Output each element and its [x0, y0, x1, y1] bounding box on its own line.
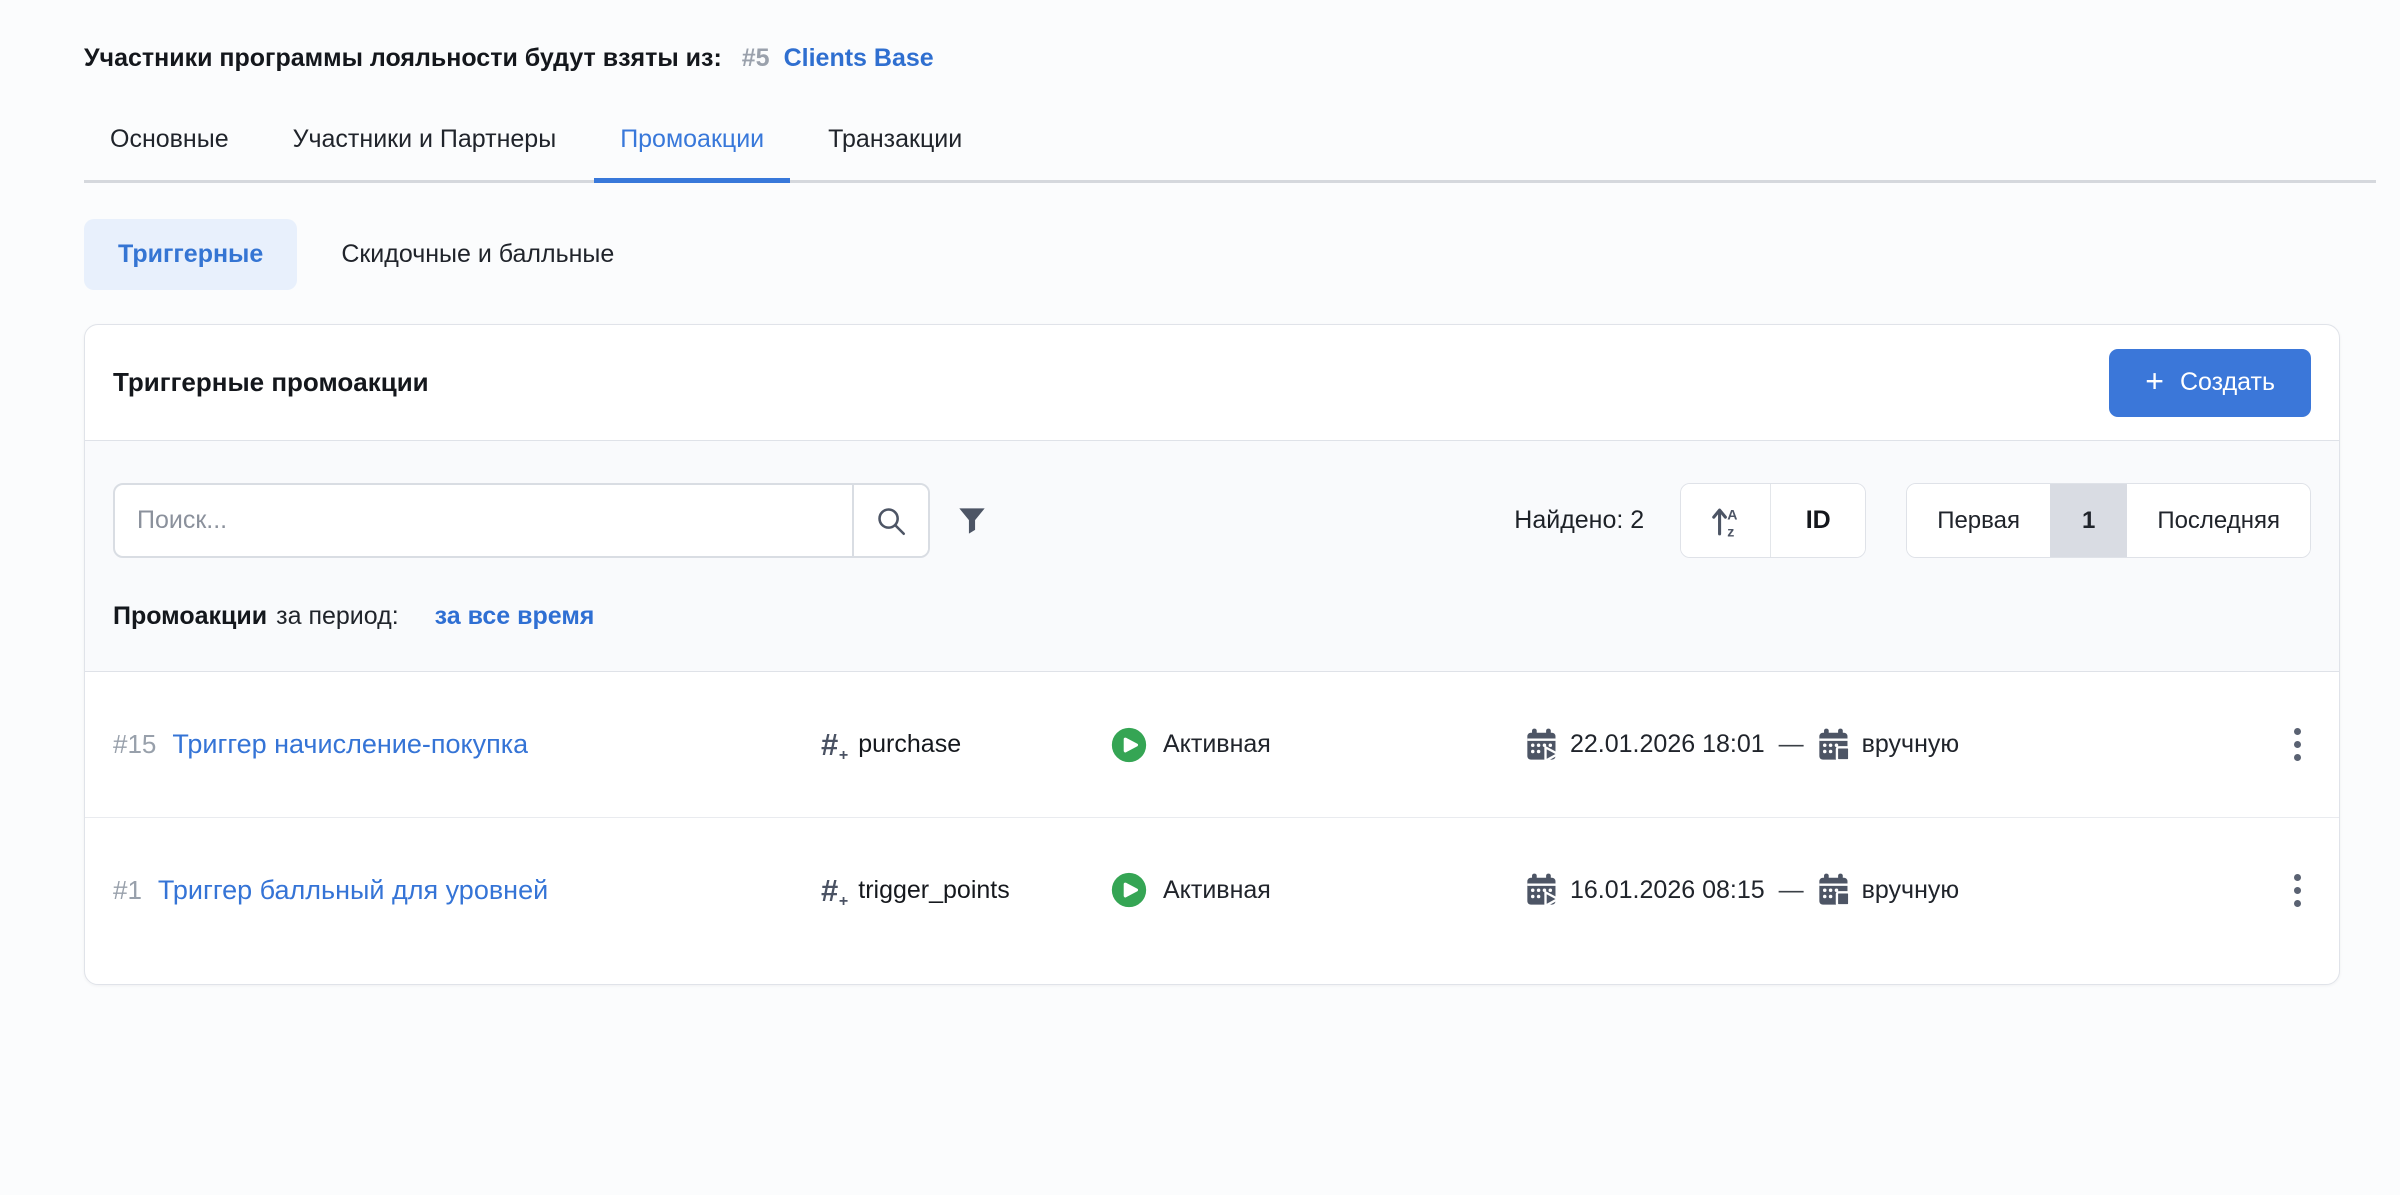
main-tabs: Основные Участники и Партнеры Промоакции…	[84, 125, 2376, 183]
toolbar-section: Найдено: 2 A z ID Первая 1	[85, 440, 2339, 672]
filter-button[interactable]	[956, 505, 988, 537]
card-header: Триггерные промоакции + Создать	[85, 325, 2339, 440]
found-count: Найдено: 2	[1514, 506, 1644, 535]
promo-name-link[interactable]: Триггер начисление-покупка	[172, 729, 528, 760]
promo-row: #15 Триггер начисление-покупка #+ purcha…	[85, 672, 2339, 817]
trigger-promos-card: Триггерные промоакции + Создать	[84, 324, 2340, 985]
sort-group: A z ID	[1680, 483, 1866, 558]
calendar-start-icon	[1526, 873, 1558, 907]
tab-uchastniki-i-partnery[interactable]: Участники и Партнеры	[267, 125, 583, 180]
promo-dates-cell: 22.01.2026 18:01 — вручную	[1526, 728, 2269, 762]
promo-name-cell: #1 Триггер балльный для уровней	[113, 875, 821, 906]
row-menu-button[interactable]	[2286, 866, 2309, 915]
promo-status-cell: Активная	[1111, 727, 1526, 763]
hash-icon: #+	[821, 729, 838, 760]
status-active-icon	[1111, 872, 1147, 908]
promo-code-cell: #+ purchase	[821, 729, 1111, 760]
subtab-triggernye[interactable]: Триггерные	[84, 219, 297, 290]
calendar-end-icon	[1818, 873, 1850, 907]
promo-dates-cell: 16.01.2026 08:15 — вручную	[1526, 873, 2269, 907]
toolbar-row: Найдено: 2 A z ID Первая 1	[113, 483, 2311, 558]
promo-end-mode: вручную	[1862, 730, 1960, 759]
promo-code: purchase	[858, 730, 961, 759]
source-note: Участники программы лояльности будут взя…	[0, 0, 2400, 73]
calendar-end-icon	[1818, 728, 1850, 762]
promo-name-cell: #15 Триггер начисление-покупка	[113, 729, 821, 760]
promo-id: #15	[113, 729, 156, 760]
loyalty-program-page: Участники программы лояльности будут взя…	[0, 0, 2400, 1195]
tab-osnovnye[interactable]: Основные	[84, 125, 255, 180]
pagination: Первая 1 Последняя	[1906, 483, 2311, 558]
filter-icon	[956, 505, 988, 537]
promo-start-date: 16.01.2026 08:15	[1570, 876, 1765, 905]
status-active-icon	[1111, 727, 1147, 763]
sort-az-icon: A z	[1708, 503, 1744, 539]
calendar-start-icon	[1526, 728, 1558, 762]
promo-subtabs: Триггерные Скидочные и балльные	[84, 219, 2336, 290]
source-note-label: Участники программы лояльности будут взя…	[84, 44, 722, 73]
hash-icon: #+	[821, 875, 838, 906]
plus-icon: +	[2145, 365, 2164, 397]
sort-direction-button[interactable]: A z	[1681, 484, 1771, 557]
promo-row: #1 Триггер балльный для уровней #+ trigg…	[85, 817, 2339, 962]
promo-status-cell: Активная	[1111, 872, 1526, 908]
search-icon	[874, 504, 908, 538]
promo-name-link[interactable]: Триггер балльный для уровней	[158, 875, 548, 906]
sort-by-id-button[interactable]: ID	[1771, 484, 1865, 557]
period-row: Промоакции за период: за все время	[113, 602, 2311, 631]
pagination-first-button[interactable]: Первая	[1907, 484, 2050, 557]
date-range-dash: —	[1779, 876, 1804, 905]
search-button[interactable]	[852, 485, 928, 556]
svg-text:z: z	[1727, 523, 1734, 539]
promo-status: Активная	[1163, 876, 1271, 905]
promo-code: trigger_points	[858, 876, 1009, 905]
source-id: #5	[742, 44, 770, 73]
search-group	[113, 483, 930, 558]
card-footer-spacer	[85, 962, 2339, 984]
row-menu-button[interactable]	[2286, 720, 2309, 769]
period-label-bold: Промоакции	[113, 602, 267, 631]
svg-text:A: A	[1727, 506, 1737, 522]
promo-code-cell: #+ trigger_points	[821, 875, 1111, 906]
create-button-label: Создать	[2180, 368, 2275, 397]
pagination-current-page[interactable]: 1	[2050, 484, 2127, 557]
tab-tranzakcii[interactable]: Транзакции	[802, 125, 988, 180]
create-button[interactable]: + Создать	[2109, 349, 2311, 417]
date-range-dash: —	[1779, 730, 1804, 759]
promo-end-mode: вручную	[1862, 876, 1960, 905]
card-title: Триггерные промоакции	[113, 367, 429, 398]
promo-id: #1	[113, 875, 142, 906]
tab-promoakcii[interactable]: Промоакции	[594, 125, 790, 180]
promo-status: Активная	[1163, 730, 1271, 759]
period-value-link[interactable]: за все время	[435, 602, 595, 631]
subtab-skidochnye-i-ballnye[interactable]: Скидочные и балльные	[307, 219, 648, 290]
source-link[interactable]: Clients Base	[784, 44, 934, 73]
period-label: за период:	[276, 602, 399, 631]
search-input[interactable]	[115, 485, 852, 556]
pagination-last-button[interactable]: Последняя	[2127, 484, 2310, 557]
promo-start-date: 22.01.2026 18:01	[1570, 730, 1765, 759]
